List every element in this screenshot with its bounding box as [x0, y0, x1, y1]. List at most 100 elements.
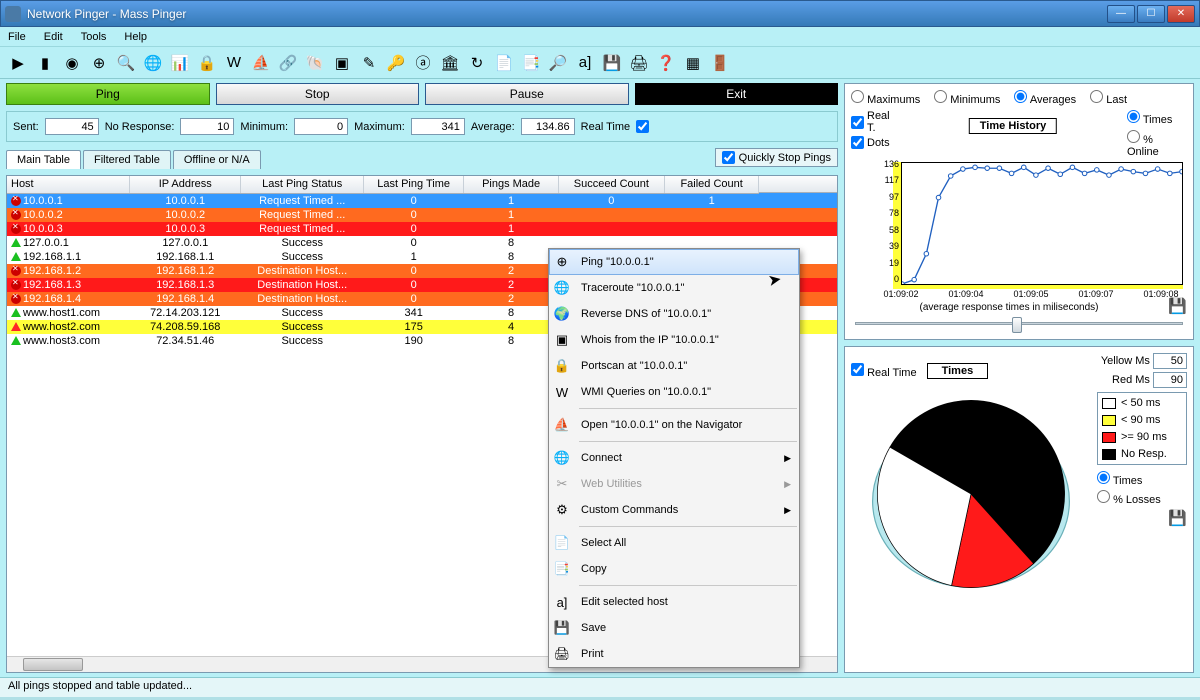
col-time[interactable]: Last Ping Time — [364, 176, 464, 193]
shell-icon[interactable]: 🐚 — [303, 51, 327, 75]
save-pie-icon[interactable]: 💾 — [1168, 509, 1187, 527]
menu-help[interactable]: Help — [124, 31, 147, 43]
tab-bar: Main Table Filtered Table Offline or N/A… — [6, 148, 838, 169]
globe-search-icon: 🌐 — [553, 279, 571, 297]
table-row[interactable]: 10.0.0.1 10.0.0.1Request Timed ...0 1011… — [7, 193, 837, 208]
ctx-connect[interactable]: 🌐Connect▶ — [549, 445, 799, 471]
ctx-portscan[interactable]: 🔒Portscan at "10.0.0.1" — [549, 353, 799, 379]
menu-file[interactable]: File — [8, 31, 26, 43]
wmi-icon[interactable]: W — [222, 51, 246, 75]
link-icon[interactable]: 🔗 — [276, 51, 300, 75]
close-button[interactable]: ✕ — [1167, 5, 1195, 23]
ship-icon[interactable]: ⛵ — [249, 51, 273, 75]
menu-tools[interactable]: Tools — [81, 31, 107, 43]
radio-last[interactable]: Last — [1090, 90, 1127, 106]
search-icon[interactable]: 🔎 — [546, 51, 570, 75]
ctx-copy[interactable]: 📑Copy — [549, 556, 799, 582]
chart-caption: (average response times in miliseconds) — [851, 302, 1167, 313]
device-icon[interactable]: ▮ — [33, 51, 57, 75]
chart-slider[interactable] — [851, 313, 1187, 333]
toolbar: ▶ ▮ ◉ ⊕ 🔍 🌐 📊 🔒 W ⛵ 🔗 🐚 ▣ ✎ 🔑 ⓐ 🏛 ↻ 📄 📑 … — [0, 47, 1200, 79]
radio-minimums[interactable]: Minimums — [934, 90, 1000, 106]
lock-icon[interactable]: 🔒 — [195, 51, 219, 75]
quick-stop-pings[interactable]: Quickly Stop Pings — [715, 148, 838, 167]
key-icon[interactable]: 🔑 — [384, 51, 408, 75]
status-icon — [11, 336, 21, 345]
minimize-button[interactable]: — — [1107, 5, 1135, 23]
tab-main[interactable]: Main Table — [6, 150, 81, 169]
grid-icon[interactable]: ▦ — [681, 51, 705, 75]
terminal-icon[interactable]: ▣ — [330, 51, 354, 75]
red-ms-input[interactable] — [1153, 372, 1187, 388]
ctx-print[interactable]: 🖨Print — [549, 641, 799, 667]
pie-legend: < 50 ms < 90 ms >= 90 ms No Resp. — [1097, 392, 1187, 465]
at-icon[interactable]: ⓐ — [411, 51, 435, 75]
gear-icon: ⚙ — [553, 501, 571, 519]
save-icon[interactable]: 💾 — [600, 51, 624, 75]
yellow-ms-input[interactable] — [1153, 353, 1187, 369]
stop-icon[interactable]: ◉ — [60, 51, 84, 75]
ctx-rdns[interactable]: 🌍Reverse DNS of "10.0.0.1" — [549, 301, 799, 327]
ctx-open-navigator[interactable]: ⛵Open "10.0.0.1" on the Navigator — [549, 412, 799, 438]
avg-value[interactable] — [521, 118, 575, 135]
check-dots[interactable]: Dots — [851, 136, 899, 149]
chart-icon[interactable]: 📊 — [168, 51, 192, 75]
save-chart-icon[interactable]: 💾 — [1168, 297, 1187, 315]
building-icon[interactable]: 🏛 — [438, 51, 462, 75]
col-fail[interactable]: Failed Count — [664, 176, 759, 193]
wand-icon[interactable]: ✎ — [357, 51, 381, 75]
col-status[interactable]: Last Ping Status — [241, 176, 364, 193]
stop-button[interactable]: Stop — [216, 83, 420, 105]
ping-button[interactable]: Ping — [6, 83, 210, 105]
radio-averages[interactable]: Averages — [1014, 90, 1076, 106]
quick-stop-checkbox[interactable] — [722, 151, 735, 164]
pause-button[interactable]: Pause — [425, 83, 629, 105]
print-icon[interactable]: 🖨 — [627, 51, 651, 75]
titlebar: Network Pinger - Mass Pinger — ☐ ✕ — [0, 0, 1200, 27]
max-value[interactable] — [411, 118, 465, 135]
ctx-whois[interactable]: ▣Whois from the IP "10.0.0.1" — [549, 327, 799, 353]
radio-online[interactable]: % Online — [1127, 130, 1187, 158]
min-value[interactable] — [294, 118, 348, 135]
table-row[interactable]: 10.0.0.2 10.0.0.2Request Timed ...0 1 — [7, 208, 837, 222]
radio-maximums[interactable]: Maximums — [851, 90, 920, 106]
refresh-icon[interactable]: ↻ — [465, 51, 489, 75]
ctx-select-all[interactable]: 📄Select All — [549, 530, 799, 556]
ctx-web-utilities: ✂Web Utilities▶ — [549, 471, 799, 497]
page-icon[interactable]: 📄 — [492, 51, 516, 75]
tab-offline[interactable]: Offline or N/A — [173, 150, 261, 169]
ctx-edit-host[interactable]: a]Edit selected host — [549, 589, 799, 615]
play-icon[interactable]: ▶ — [6, 51, 30, 75]
col-made[interactable]: Pings Made — [464, 176, 559, 193]
tab-filtered[interactable]: Filtered Table — [83, 150, 171, 169]
realtime-checkbox[interactable] — [636, 120, 649, 133]
exit-button[interactable]: Exit — [635, 83, 839, 105]
status-icon — [11, 280, 21, 290]
font-icon[interactable]: a] — [573, 51, 597, 75]
ctx-traceroute[interactable]: 🌐Traceroute "10.0.0.1" — [549, 275, 799, 301]
pie-radio-losses[interactable]: % Losses — [1097, 490, 1187, 506]
menu-edit[interactable]: Edit — [44, 31, 63, 43]
radio-times[interactable]: Times — [1127, 110, 1187, 126]
sent-value[interactable] — [45, 118, 99, 135]
col-succ[interactable]: Succeed Count — [558, 176, 664, 193]
col-host[interactable]: Host — [7, 176, 130, 193]
magnify-globe-icon[interactable]: 🔍 — [114, 51, 138, 75]
ctx-ping[interactable]: ⊕Ping "10.0.0.1" — [549, 249, 799, 275]
exit-icon[interactable]: 🚪 — [708, 51, 732, 75]
ctx-wmi[interactable]: WWMI Queries on "10.0.0.1" — [549, 379, 799, 405]
col-ip[interactable]: IP Address — [130, 176, 241, 193]
help-icon[interactable]: ❓ — [654, 51, 678, 75]
maximize-button[interactable]: ☐ — [1137, 5, 1165, 23]
noresp-value[interactable] — [180, 118, 234, 135]
table-row[interactable]: 10.0.0.3 10.0.0.3Request Timed ...0 1 — [7, 222, 837, 236]
col-pct[interactable]: % Failed — [759, 176, 838, 193]
globe-icon[interactable]: 🌐 — [141, 51, 165, 75]
ctx-custom-commands[interactable]: ⚙Custom Commands▶ — [549, 497, 799, 523]
ctx-save[interactable]: 💾Save — [549, 615, 799, 641]
pie-realtime[interactable]: Real Time — [851, 363, 917, 379]
copy-icon[interactable]: 📑 — [519, 51, 543, 75]
pie-radio-times[interactable]: Times — [1097, 471, 1187, 487]
check-realt[interactable]: Real T. — [851, 110, 899, 134]
target-icon[interactable]: ⊕ — [87, 51, 111, 75]
